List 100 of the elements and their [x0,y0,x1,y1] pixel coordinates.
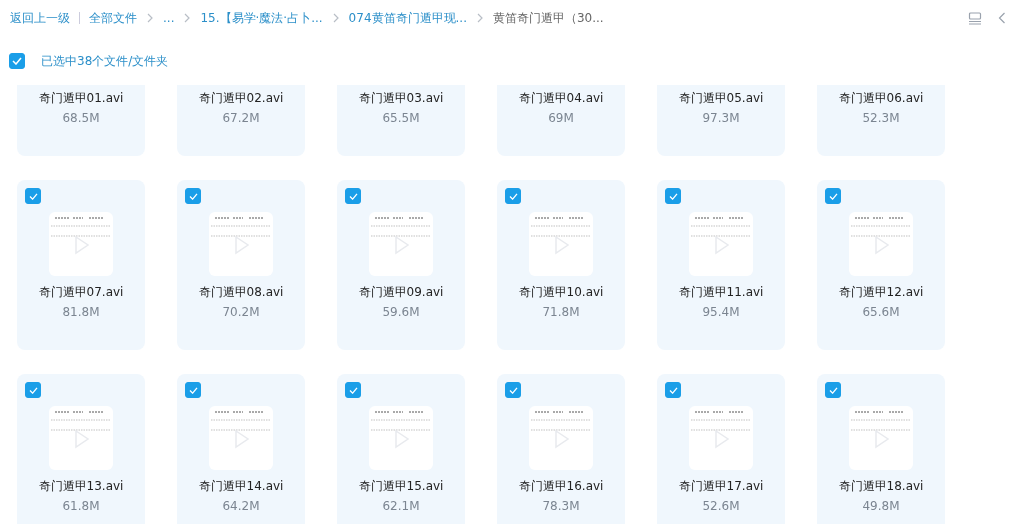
file-name: 奇门遁甲09.avi [358,284,444,301]
file-size: 71.8M [542,305,580,319]
video-thumbnail [49,212,113,276]
file-size: 65.5M [382,111,420,125]
file-checkbox[interactable] [665,188,681,204]
file-checkbox[interactable] [185,188,201,204]
breadcrumb-link[interactable]: 全部文件 [89,9,137,27]
file-checkbox[interactable] [505,382,521,398]
file-card[interactable]: 奇门遁甲08.avi 70.2M [177,180,305,350]
file-size: 52.3M [862,111,900,125]
file-name: 奇门遁甲12.avi [838,284,924,301]
file-name: 奇门遁甲08.avi [198,284,284,301]
chevron-icon [183,13,192,23]
checkmark-icon [348,386,358,394]
file-card[interactable]: 奇门遁甲10.avi 71.8M [497,180,625,350]
checkmark-icon [188,192,198,200]
breadcrumb-link[interactable]: 15.【易学·魔法·占卜... [200,9,323,27]
chevron-icon [475,13,484,23]
file-checkbox[interactable] [345,382,361,398]
checkmark-icon [668,386,678,394]
selection-count: 已选中38个文件/文件夹 [41,52,169,70]
file-card[interactable]: 奇门遁甲14.avi 64.2M [177,374,305,524]
select-all-checkbox[interactable] [9,53,25,69]
file-checkbox[interactable] [345,188,361,204]
file-name: 奇门遁甲15.avi [358,478,444,495]
file-size: 49.8M [862,499,900,513]
file-name: 奇门遁甲02.avi [198,90,284,107]
chevron-icon [331,13,340,23]
file-card[interactable]: 奇门遁甲05.avi 97.3M [657,85,785,156]
checkmark-icon [188,386,198,394]
file-name: 奇门遁甲05.avi [678,90,764,107]
file-checkbox[interactable] [825,188,841,204]
file-card[interactable]: 奇门遁甲13.avi 61.8M [17,374,145,524]
breadcrumb-link[interactable]: 黄笛奇门遁甲（30... [492,9,604,27]
video-thumbnail [689,406,753,470]
file-checkbox[interactable] [25,382,41,398]
checkmark-icon [828,386,838,394]
file-checkbox[interactable] [665,382,681,398]
video-thumbnail [369,406,433,470]
checkmark-icon [828,192,838,200]
file-card[interactable]: 奇门遁甲02.avi 67.2M [177,85,305,156]
file-name: 奇门遁甲18.avi [838,478,924,495]
file-size: 62.1M [382,499,420,513]
file-size: 59.6M [382,305,420,319]
checkmark-icon [28,192,38,200]
file-name: 奇门遁甲07.avi [38,284,124,301]
video-thumbnail [849,406,913,470]
file-name: 奇门遁甲01.avi [38,90,124,107]
back-link[interactable]: 返回上一级 [10,9,70,27]
file-size: 61.8M [62,499,100,513]
checkmark-icon [668,192,678,200]
file-name: 奇门遁甲06.avi [838,90,924,107]
file-name: 奇门遁甲16.avi [518,478,604,495]
video-thumbnail [209,212,273,276]
file-card[interactable]: 奇门遁甲03.avi 65.5M [337,85,465,156]
checkmark-icon [12,57,22,65]
breadcrumb-link[interactable]: 074黄笛奇门遁甲现... [348,9,467,27]
video-thumbnail [529,212,593,276]
file-card[interactable]: 奇门遁甲06.avi 52.3M [817,85,945,156]
file-size: 70.2M [222,305,260,319]
file-name: 奇门遁甲04.avi [518,90,604,107]
file-name: 奇门遁甲03.avi [358,90,444,107]
file-name: 奇门遁甲13.avi [38,478,124,495]
file-name: 奇门遁甲17.avi [678,478,764,495]
file-size: 64.2M [222,499,260,513]
file-card[interactable]: 奇门遁甲04.avi 69M [497,85,625,156]
file-card[interactable]: 奇门遁甲16.avi 78.3M [497,374,625,524]
file-name: 奇门遁甲11.avi [678,284,764,301]
file-card[interactable]: 奇门遁甲17.avi 52.6M [657,374,785,524]
checkmark-icon [508,386,518,394]
checkmark-icon [348,192,358,200]
collapse-icon[interactable] [998,12,1006,24]
file-checkbox[interactable] [505,188,521,204]
video-thumbnail [689,212,753,276]
video-thumbnail [49,406,113,470]
file-checkbox[interactable] [825,382,841,398]
file-size: 78.3M [542,499,580,513]
checkmark-icon [508,192,518,200]
breadcrumb-link[interactable]: ... [163,11,175,25]
video-thumbnail [209,406,273,470]
file-checkbox[interactable] [185,382,201,398]
file-card[interactable]: 奇门遁甲12.avi 65.6M [817,180,945,350]
file-size: 65.6M [862,305,900,319]
file-card[interactable]: 奇门遁甲18.avi 49.8M [817,374,945,524]
file-size: 95.4M [702,305,740,319]
file-size: 97.3M [702,111,740,125]
file-card[interactable]: 奇门遁甲07.avi 81.8M [17,180,145,350]
chevron-icon [146,13,154,23]
file-size: 68.5M [62,111,100,125]
file-card[interactable]: 奇门遁甲11.avi 95.4M [657,180,785,350]
file-size: 81.8M [62,305,100,319]
checkmark-icon [28,386,38,394]
file-card[interactable]: 奇门遁甲15.avi 62.1M [337,374,465,524]
file-card[interactable]: 奇门遁甲09.avi 59.6M [337,180,465,350]
file-card[interactable]: 奇门遁甲01.avi 68.5M [17,85,145,156]
file-checkbox[interactable] [25,188,41,204]
video-thumbnail [369,212,433,276]
file-size: 52.6M [702,499,740,513]
list-view-icon[interactable] [968,11,982,25]
video-thumbnail [529,406,593,470]
